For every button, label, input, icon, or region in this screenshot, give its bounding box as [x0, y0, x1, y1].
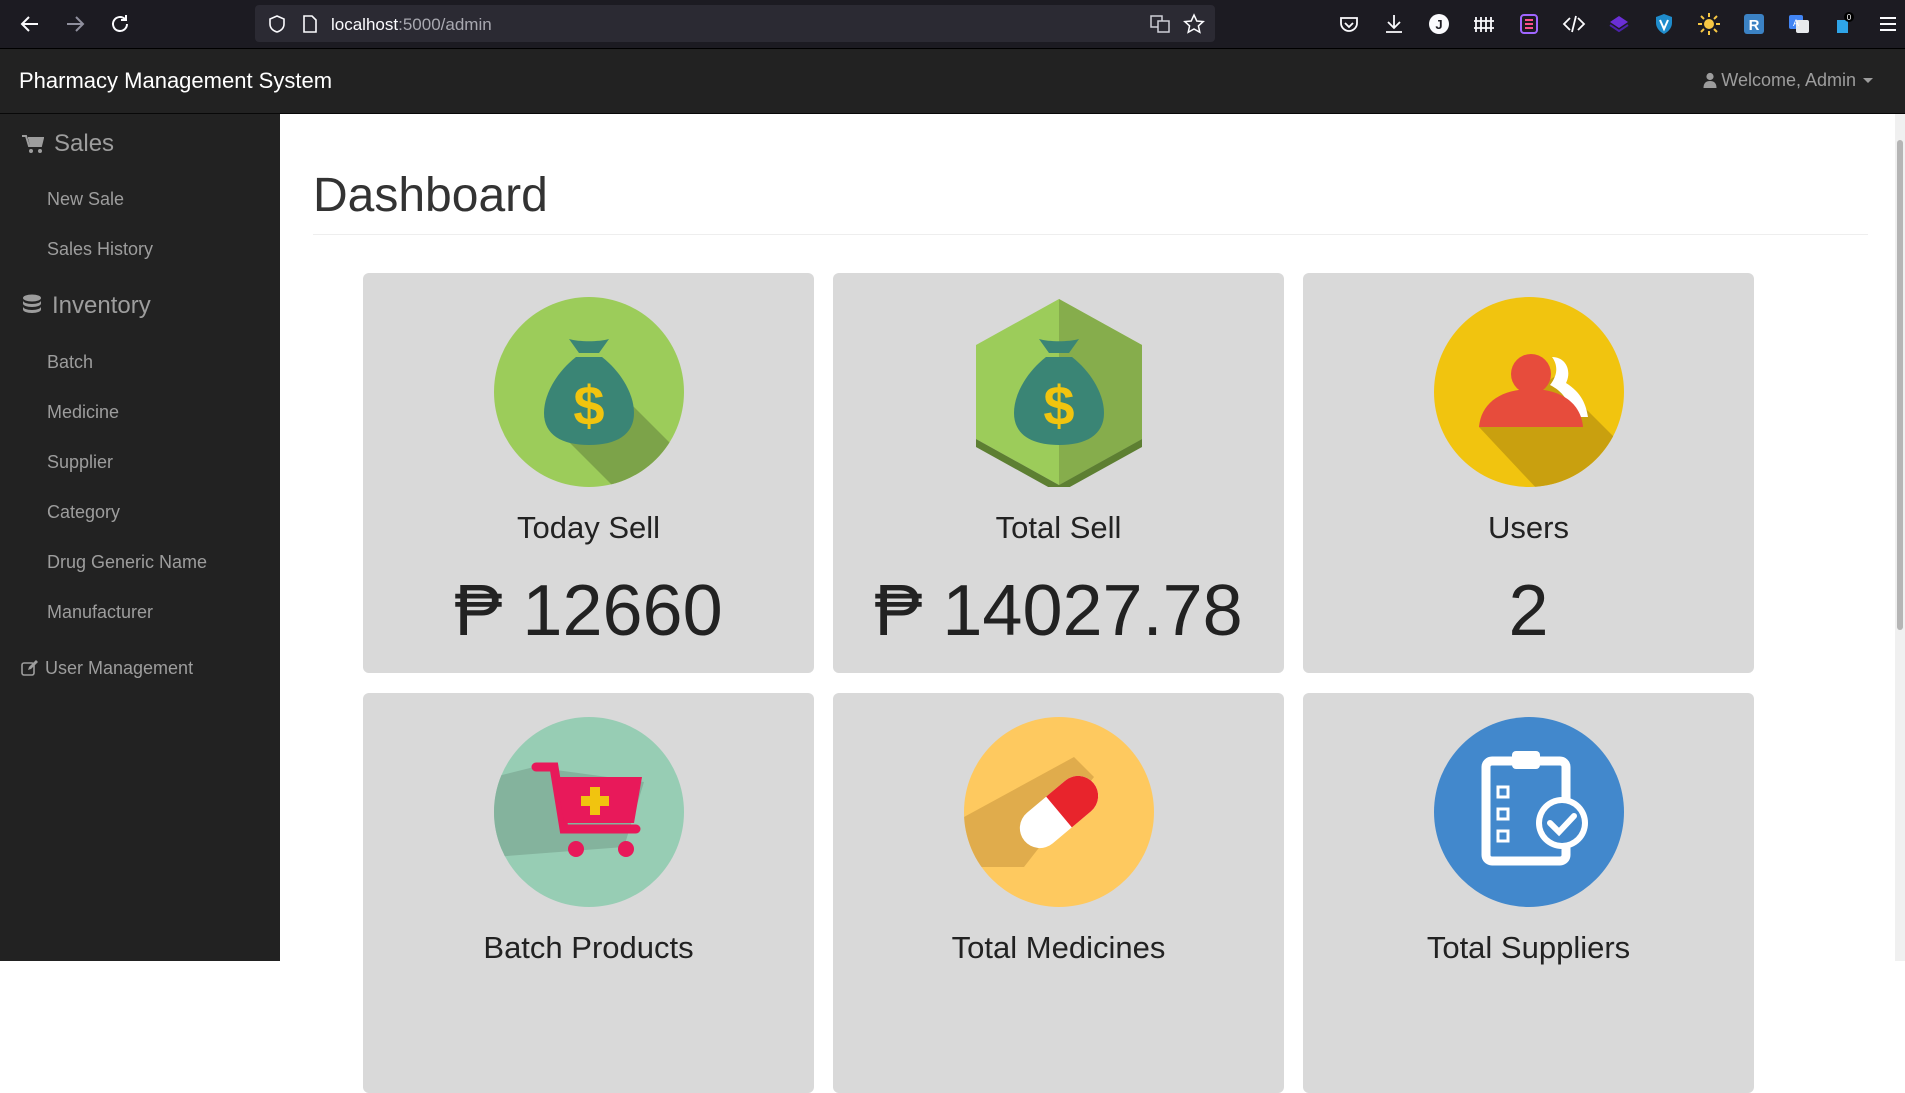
- welcome-text: Welcome, Admin: [1721, 70, 1856, 90]
- sidebar-inventory-label: Inventory: [52, 292, 151, 319]
- sidebar-user-management-label: User Management: [45, 658, 194, 678]
- scrollbar-thumb[interactable]: [1897, 140, 1903, 630]
- pocket-icon[interactable]: [1337, 12, 1361, 36]
- sidebar-item-new-sale[interactable]: New Sale: [47, 189, 124, 210]
- browser-toolbar: localhost:5000/admin J R A 0: [0, 0, 1905, 49]
- sidebar-item-medicine[interactable]: Medicine: [47, 402, 119, 423]
- sidebar-item-user-management[interactable]: User Management: [21, 658, 193, 679]
- card-total-medicines[interactable]: Total Medicines: [833, 693, 1284, 1093]
- page-title: Dashboard: [313, 169, 548, 222]
- menu-icon[interactable]: [1876, 12, 1900, 36]
- notification-extension-icon[interactable]: 0: [1832, 12, 1856, 36]
- fence-extension-icon[interactable]: [1472, 12, 1496, 36]
- sidebar-item-category[interactable]: Category: [47, 502, 120, 523]
- title-divider: [313, 234, 1868, 235]
- card-value: 2: [1508, 571, 1549, 651]
- sun-icon[interactable]: [1697, 12, 1721, 36]
- sidebar: Sales New Sale Sales History Inventory B…: [0, 114, 280, 961]
- card-today-sell[interactable]: $ Today Sell ₱ 12660: [363, 273, 814, 673]
- caret-down-icon: [1863, 78, 1873, 83]
- sidebar-item-batch[interactable]: Batch: [47, 352, 93, 373]
- vpn-shield-icon[interactable]: [1652, 12, 1676, 36]
- sidebar-item-manufacturer[interactable]: Manufacturer: [47, 602, 153, 623]
- card-total-sell[interactable]: $ Total Sell ₱ 14027.78: [833, 273, 1284, 673]
- svg-text:R: R: [1749, 17, 1760, 34]
- url-text[interactable]: localhost:5000/admin: [331, 15, 492, 35]
- back-icon[interactable]: [17, 11, 43, 37]
- svg-text:$: $: [1043, 374, 1074, 437]
- card-label: Users: [1488, 510, 1569, 545]
- user-icon: [1703, 72, 1717, 88]
- reload-icon[interactable]: [107, 11, 133, 37]
- r-extension-icon[interactable]: R: [1742, 12, 1766, 36]
- card-total-suppliers[interactable]: Total Suppliers: [1303, 693, 1754, 1093]
- url-bar[interactable]: localhost:5000/admin: [255, 5, 1215, 42]
- top-navbar: Pharmacy Management System Welcome, Admi…: [0, 49, 1905, 114]
- translate-icon[interactable]: [1149, 13, 1171, 35]
- sidebar-item-drug-generic-name[interactable]: Drug Generic Name: [47, 552, 207, 573]
- sidebar-section-inventory[interactable]: Inventory: [22, 292, 151, 320]
- j-extension-icon[interactable]: J: [1427, 12, 1451, 36]
- user-dropdown[interactable]: Welcome, Admin: [1703, 70, 1873, 91]
- money-bag-hexagon-icon: $: [976, 299, 1142, 487]
- extension-badge: 0: [1847, 13, 1852, 22]
- edit-icon: [21, 660, 38, 676]
- svg-text:$: $: [573, 374, 604, 437]
- sidebar-item-sales-history[interactable]: Sales History: [47, 239, 153, 260]
- google-translate-icon[interactable]: A: [1787, 12, 1811, 36]
- code-icon[interactable]: [1562, 12, 1586, 36]
- svg-text:A: A: [1793, 18, 1799, 28]
- card-label: Today Sell: [516, 510, 661, 545]
- page-icon: [303, 15, 317, 33]
- svg-text:J: J: [1435, 17, 1442, 32]
- card-users[interactable]: Users 2: [1303, 273, 1754, 673]
- card-label: Total Sell: [995, 510, 1122, 545]
- clipboard-check-icon: [1434, 717, 1624, 907]
- database-icon: [23, 294, 41, 313]
- bookmark-star-icon[interactable]: [1183, 13, 1205, 35]
- card-value: ₱ 12660: [454, 571, 723, 651]
- sidebar-section-sales[interactable]: Sales: [22, 130, 114, 158]
- shopping-cart-icon: [22, 135, 45, 153]
- sidebar-sales-label: Sales: [54, 130, 115, 157]
- money-bag-icon: $: [494, 297, 684, 487]
- sidebar-item-supplier[interactable]: Supplier: [47, 452, 113, 473]
- pill-icon: [964, 717, 1154, 907]
- cart-icon: [494, 717, 684, 907]
- shield-icon[interactable]: [267, 14, 287, 34]
- card-value: ₱ 14027.78: [874, 571, 1243, 651]
- layers-extension-icon[interactable]: [1607, 12, 1631, 36]
- grid-extension-icon[interactable]: [1517, 12, 1541, 36]
- users-icon: [1434, 297, 1624, 487]
- card-batch-products[interactable]: Batch Products: [363, 693, 814, 1093]
- brand-link[interactable]: Pharmacy Management System: [19, 68, 332, 94]
- forward-icon[interactable]: [62, 11, 88, 37]
- download-icon[interactable]: [1382, 12, 1406, 36]
